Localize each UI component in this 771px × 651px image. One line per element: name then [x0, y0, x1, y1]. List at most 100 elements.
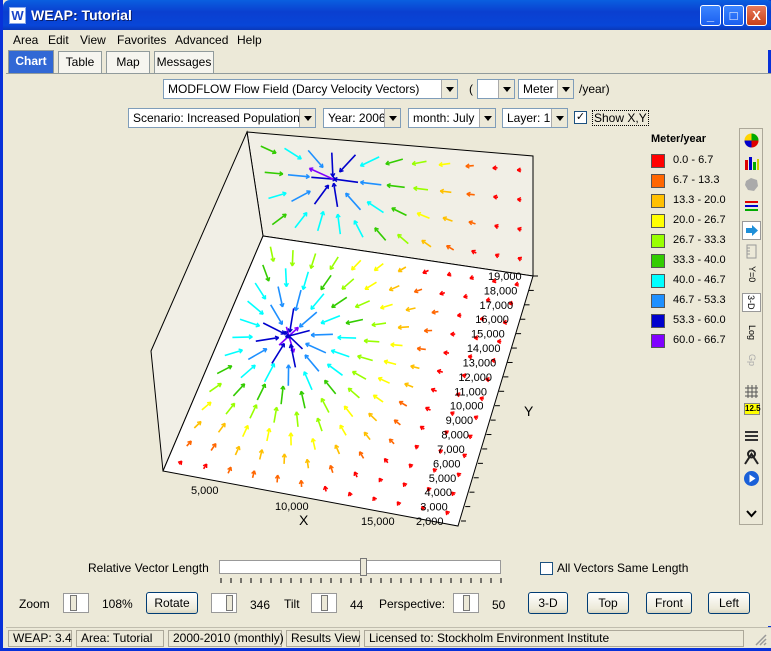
arrow-right-icon[interactable]	[742, 221, 761, 240]
velocity-vector	[232, 336, 253, 339]
legend-label: 53.3 - 60.0	[673, 314, 726, 326]
list-icon[interactable]	[742, 427, 761, 446]
year-select-value: Year: 2006	[328, 111, 386, 125]
rotate-slider[interactable]	[211, 593, 237, 613]
y-tick-label: 14,000	[467, 343, 501, 355]
unit-suffix: /year)	[579, 82, 610, 96]
zoom-slider-knob[interactable]	[70, 595, 77, 611]
zoom-slider[interactable]	[63, 593, 89, 613]
status-bar: WEAP: 3.4 Area: Tutorial 2000-2010 (mont…	[6, 627, 771, 648]
chart-toolbar: Y=0 3-D Log Gp 12.5	[739, 128, 763, 525]
play-icon[interactable]	[742, 470, 761, 489]
y-tick-label: 2,000	[416, 516, 444, 528]
menu-help[interactable]: Help	[237, 33, 262, 47]
menu-edit[interactable]: Edit	[48, 33, 69, 47]
view-left-button[interactable]: Left	[708, 592, 750, 614]
map-shape-icon[interactable]	[742, 176, 761, 195]
tab-messages[interactable]: Messages	[154, 51, 214, 73]
rotate-slider-knob[interactable]	[226, 595, 233, 611]
unit-open-paren: (	[469, 82, 473, 96]
y-tick-label: 9,000	[446, 415, 474, 427]
y-tick-label: 4,000	[424, 487, 452, 499]
velocity-vector	[331, 152, 334, 177]
perspective-slider-knob[interactable]	[463, 595, 470, 611]
y-zero-button[interactable]: Y=0	[742, 265, 761, 284]
tab-table[interactable]: Table	[58, 51, 102, 73]
chevron-down-icon	[479, 109, 495, 127]
legend-label: 20.0 - 26.7	[673, 214, 726, 226]
legend-swatch	[651, 194, 665, 208]
vector-length-thumb[interactable]	[359, 558, 367, 576]
bar-chart-icon[interactable]	[742, 154, 761, 173]
variable-select[interactable]: MODFLOW Flow Field (Darcy Velocity Vecto…	[163, 79, 458, 99]
perspective-slider[interactable]	[453, 593, 479, 613]
chevron-down-icon	[551, 109, 567, 127]
zoom-value: 108%	[102, 597, 133, 611]
legend-title: Meter/year	[651, 133, 707, 145]
tilt-slider[interactable]	[311, 593, 337, 613]
group-button[interactable]: Gp	[742, 351, 761, 370]
log-scale-button[interactable]: Log	[742, 323, 761, 342]
tilt-label: Tilt	[284, 597, 300, 611]
legend-label: 0.0 - 6.7	[673, 154, 714, 166]
flow-field-plot[interactable]: 19,000 18,000 17,000 16,000 15,000 14,000 13,0…	[143, 126, 643, 531]
y-tick-label: 17,000	[480, 300, 514, 312]
scroll-down-icon[interactable]	[742, 505, 761, 524]
legend-label: 46.7 - 53.3	[673, 294, 726, 306]
y-tick-label: 11,000	[454, 386, 487, 398]
y-tick-label: 18,000	[484, 285, 518, 297]
month-select[interactable]: month: July	[408, 108, 496, 128]
view-front-button[interactable]: Front	[646, 592, 692, 614]
x-tick-0: 5,000	[191, 485, 219, 497]
status-area: Area: Tutorial	[76, 630, 164, 647]
menu-area[interactable]: Area	[13, 33, 38, 47]
chevron-down-icon	[441, 80, 457, 98]
view-3d-button[interactable]: 3-D	[528, 592, 568, 614]
legend-swatch	[651, 294, 665, 308]
tab-chart[interactable]: Chart	[8, 50, 54, 74]
chevron-down-icon	[299, 109, 315, 127]
vector-length-ticks	[220, 578, 502, 583]
menu-view[interactable]: View	[80, 33, 106, 47]
y-tick-label: 12,000	[458, 372, 492, 384]
minimize-button[interactable]: _	[700, 5, 721, 26]
menu-advanced[interactable]: Advanced	[175, 33, 228, 47]
grid-icon[interactable]	[742, 383, 761, 402]
zoom-label: Zoom	[19, 597, 50, 611]
year-select[interactable]: Year: 2006	[323, 108, 401, 128]
show-xy-checkbox[interactable]: ✓	[574, 111, 587, 124]
layer-select[interactable]: Layer: 1	[502, 108, 568, 128]
tilt-slider-knob[interactable]	[321, 595, 328, 611]
chevron-down-icon	[384, 109, 400, 127]
legend-swatch	[651, 254, 665, 268]
menu-favorites[interactable]: Favorites	[117, 33, 166, 47]
legend-label: 33.3 - 40.0	[673, 254, 726, 266]
lines-icon[interactable]	[742, 198, 761, 217]
three-d-toggle[interactable]: 3-D	[742, 293, 761, 312]
rotate-button[interactable]: Rotate	[146, 592, 198, 614]
scenario-select[interactable]: Scenario: Increased Population	[128, 108, 316, 128]
font-icon[interactable]	[742, 448, 761, 467]
chevron-down-icon	[557, 80, 573, 98]
close-button[interactable]: X	[746, 5, 767, 26]
scale-select[interactable]	[477, 79, 515, 99]
scenario-select-value: Scenario: Increased Population	[133, 111, 300, 125]
all-vectors-same-label: All Vectors Same Length	[557, 561, 689, 575]
color-wheel-icon[interactable]	[742, 132, 761, 151]
chevron-down-icon	[498, 80, 514, 98]
unit-select[interactable]: Meter	[518, 79, 574, 99]
title-bar[interactable]: W WEAP: Tutorial _ □ X	[3, 0, 771, 30]
velocity-vector	[291, 250, 294, 267]
tab-map[interactable]: Map	[106, 51, 150, 73]
perspective-value: 50	[492, 598, 506, 612]
legend-swatch	[651, 214, 665, 228]
number-format-button[interactable]: 12.5	[744, 403, 761, 415]
resize-grip-icon[interactable]	[753, 632, 767, 646]
view-top-button[interactable]: Top	[587, 592, 629, 614]
variable-select-value: MODFLOW Flow Field (Darcy Velocity Vecto…	[168, 82, 420, 96]
maximize-button[interactable]: □	[723, 5, 744, 26]
ruler-icon[interactable]	[742, 243, 761, 262]
all-vectors-same-checkbox[interactable]	[540, 562, 553, 575]
legend-swatch	[651, 174, 665, 188]
rotate-value: 346	[250, 598, 271, 612]
